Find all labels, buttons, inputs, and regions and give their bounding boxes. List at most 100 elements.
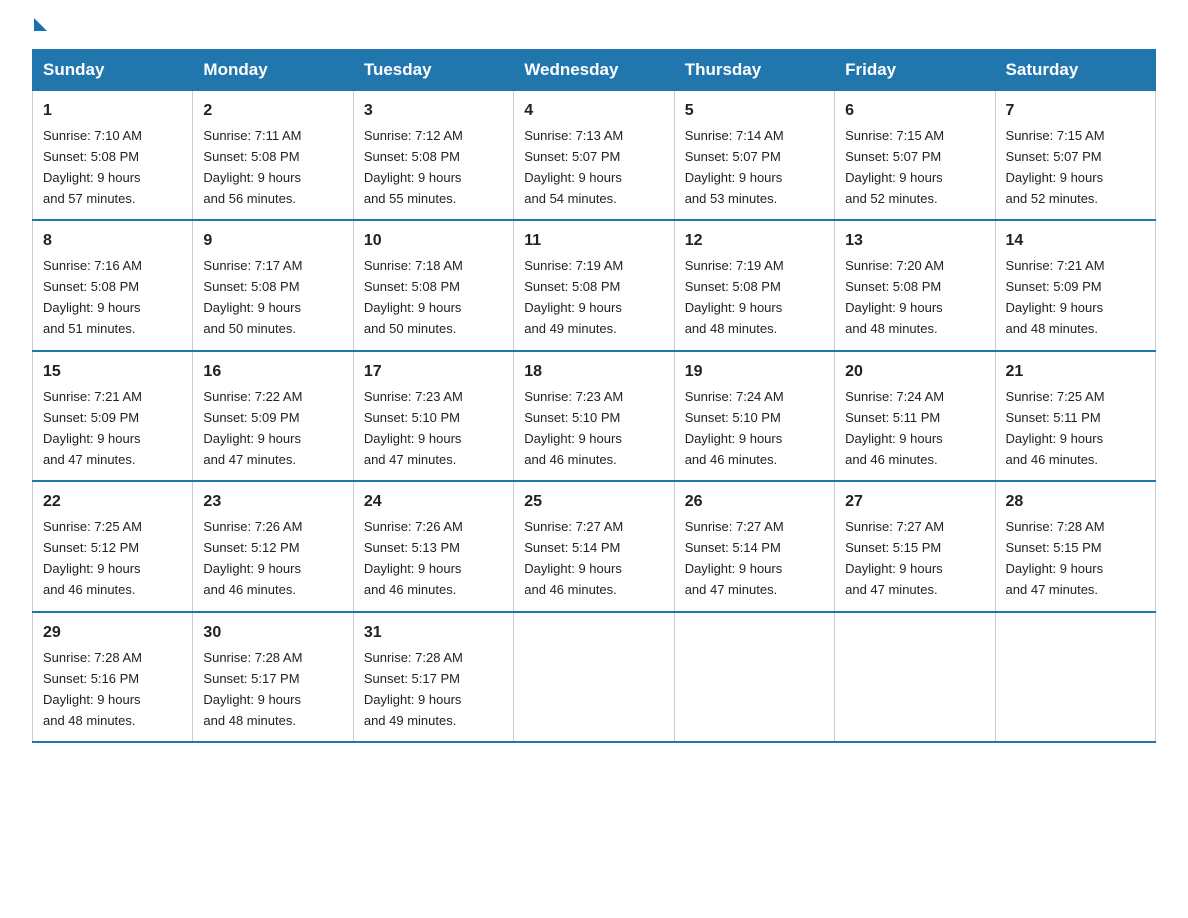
calendar-cell: 13 Sunrise: 7:20 AMSunset: 5:08 PMDaylig…: [835, 220, 995, 350]
day-number: 9: [203, 229, 342, 254]
calendar-header-saturday: Saturday: [995, 50, 1155, 91]
calendar-cell: 22 Sunrise: 7:25 AMSunset: 5:12 PMDaylig…: [33, 481, 193, 611]
day-number: 2: [203, 99, 342, 124]
day-number: 30: [203, 621, 342, 646]
calendar-cell: 29 Sunrise: 7:28 AMSunset: 5:16 PMDaylig…: [33, 612, 193, 742]
day-number: 6: [845, 99, 984, 124]
day-info: Sunrise: 7:24 AMSunset: 5:10 PMDaylight:…: [685, 389, 784, 467]
calendar-cell: 23 Sunrise: 7:26 AMSunset: 5:12 PMDaylig…: [193, 481, 353, 611]
calendar-cell: 8 Sunrise: 7:16 AMSunset: 5:08 PMDayligh…: [33, 220, 193, 350]
calendar-header-row: SundayMondayTuesdayWednesdayThursdayFrid…: [33, 50, 1156, 91]
calendar-cell: 17 Sunrise: 7:23 AMSunset: 5:10 PMDaylig…: [353, 351, 513, 481]
calendar-cell: 11 Sunrise: 7:19 AMSunset: 5:08 PMDaylig…: [514, 220, 674, 350]
day-info: Sunrise: 7:28 AMSunset: 5:17 PMDaylight:…: [364, 650, 463, 728]
calendar-week-row: 1 Sunrise: 7:10 AMSunset: 5:08 PMDayligh…: [33, 91, 1156, 221]
calendar-cell: 16 Sunrise: 7:22 AMSunset: 5:09 PMDaylig…: [193, 351, 353, 481]
day-number: 31: [364, 621, 503, 646]
calendar-week-row: 8 Sunrise: 7:16 AMSunset: 5:08 PMDayligh…: [33, 220, 1156, 350]
calendar-cell: 27 Sunrise: 7:27 AMSunset: 5:15 PMDaylig…: [835, 481, 995, 611]
day-info: Sunrise: 7:23 AMSunset: 5:10 PMDaylight:…: [524, 389, 623, 467]
calendar-cell: 30 Sunrise: 7:28 AMSunset: 5:17 PMDaylig…: [193, 612, 353, 742]
calendar-cell: 15 Sunrise: 7:21 AMSunset: 5:09 PMDaylig…: [33, 351, 193, 481]
day-info: Sunrise: 7:14 AMSunset: 5:07 PMDaylight:…: [685, 128, 784, 206]
day-info: Sunrise: 7:27 AMSunset: 5:14 PMDaylight:…: [524, 519, 623, 597]
day-number: 26: [685, 490, 824, 515]
day-info: Sunrise: 7:15 AMSunset: 5:07 PMDaylight:…: [1006, 128, 1105, 206]
calendar-header-friday: Friday: [835, 50, 995, 91]
calendar-header-tuesday: Tuesday: [353, 50, 513, 91]
calendar-cell: 7 Sunrise: 7:15 AMSunset: 5:07 PMDayligh…: [995, 91, 1155, 221]
day-number: 4: [524, 99, 663, 124]
calendar-cell: [995, 612, 1155, 742]
calendar-header-wednesday: Wednesday: [514, 50, 674, 91]
day-number: 12: [685, 229, 824, 254]
day-number: 19: [685, 360, 824, 385]
day-number: 28: [1006, 490, 1145, 515]
day-number: 22: [43, 490, 182, 515]
day-number: 15: [43, 360, 182, 385]
day-number: 1: [43, 99, 182, 124]
day-info: Sunrise: 7:13 AMSunset: 5:07 PMDaylight:…: [524, 128, 623, 206]
calendar-cell: [514, 612, 674, 742]
calendar-cell: 4 Sunrise: 7:13 AMSunset: 5:07 PMDayligh…: [514, 91, 674, 221]
calendar-cell: 3 Sunrise: 7:12 AMSunset: 5:08 PMDayligh…: [353, 91, 513, 221]
day-number: 7: [1006, 99, 1145, 124]
day-number: 29: [43, 621, 182, 646]
calendar-cell: [674, 612, 834, 742]
day-number: 16: [203, 360, 342, 385]
calendar-cell: 9 Sunrise: 7:17 AMSunset: 5:08 PMDayligh…: [193, 220, 353, 350]
day-info: Sunrise: 7:28 AMSunset: 5:17 PMDaylight:…: [203, 650, 302, 728]
day-number: 27: [845, 490, 984, 515]
day-info: Sunrise: 7:21 AMSunset: 5:09 PMDaylight:…: [1006, 258, 1105, 336]
calendar-cell: 10 Sunrise: 7:18 AMSunset: 5:08 PMDaylig…: [353, 220, 513, 350]
day-number: 10: [364, 229, 503, 254]
day-number: 5: [685, 99, 824, 124]
day-info: Sunrise: 7:19 AMSunset: 5:08 PMDaylight:…: [685, 258, 784, 336]
calendar-header-monday: Monday: [193, 50, 353, 91]
day-info: Sunrise: 7:23 AMSunset: 5:10 PMDaylight:…: [364, 389, 463, 467]
calendar-cell: 18 Sunrise: 7:23 AMSunset: 5:10 PMDaylig…: [514, 351, 674, 481]
day-info: Sunrise: 7:17 AMSunset: 5:08 PMDaylight:…: [203, 258, 302, 336]
day-info: Sunrise: 7:11 AMSunset: 5:08 PMDaylight:…: [203, 128, 301, 206]
day-number: 8: [43, 229, 182, 254]
calendar-table: SundayMondayTuesdayWednesdayThursdayFrid…: [32, 49, 1156, 743]
calendar-cell: 6 Sunrise: 7:15 AMSunset: 5:07 PMDayligh…: [835, 91, 995, 221]
day-number: 18: [524, 360, 663, 385]
calendar-cell: 1 Sunrise: 7:10 AMSunset: 5:08 PMDayligh…: [33, 91, 193, 221]
day-info: Sunrise: 7:16 AMSunset: 5:08 PMDaylight:…: [43, 258, 142, 336]
day-info: Sunrise: 7:25 AMSunset: 5:12 PMDaylight:…: [43, 519, 142, 597]
page-header: [32, 24, 1156, 31]
calendar-cell: 12 Sunrise: 7:19 AMSunset: 5:08 PMDaylig…: [674, 220, 834, 350]
day-info: Sunrise: 7:20 AMSunset: 5:08 PMDaylight:…: [845, 258, 944, 336]
day-info: Sunrise: 7:26 AMSunset: 5:12 PMDaylight:…: [203, 519, 302, 597]
calendar-cell: 5 Sunrise: 7:14 AMSunset: 5:07 PMDayligh…: [674, 91, 834, 221]
day-number: 24: [364, 490, 503, 515]
day-info: Sunrise: 7:15 AMSunset: 5:07 PMDaylight:…: [845, 128, 944, 206]
calendar-header-sunday: Sunday: [33, 50, 193, 91]
calendar-cell: 14 Sunrise: 7:21 AMSunset: 5:09 PMDaylig…: [995, 220, 1155, 350]
calendar-cell: 25 Sunrise: 7:27 AMSunset: 5:14 PMDaylig…: [514, 481, 674, 611]
calendar-cell: 20 Sunrise: 7:24 AMSunset: 5:11 PMDaylig…: [835, 351, 995, 481]
day-info: Sunrise: 7:28 AMSunset: 5:16 PMDaylight:…: [43, 650, 142, 728]
day-number: 23: [203, 490, 342, 515]
day-number: 25: [524, 490, 663, 515]
day-info: Sunrise: 7:25 AMSunset: 5:11 PMDaylight:…: [1006, 389, 1105, 467]
day-number: 3: [364, 99, 503, 124]
day-info: Sunrise: 7:21 AMSunset: 5:09 PMDaylight:…: [43, 389, 142, 467]
day-info: Sunrise: 7:22 AMSunset: 5:09 PMDaylight:…: [203, 389, 302, 467]
day-info: Sunrise: 7:24 AMSunset: 5:11 PMDaylight:…: [845, 389, 944, 467]
day-info: Sunrise: 7:18 AMSunset: 5:08 PMDaylight:…: [364, 258, 463, 336]
calendar-header-thursday: Thursday: [674, 50, 834, 91]
day-number: 20: [845, 360, 984, 385]
calendar-week-row: 29 Sunrise: 7:28 AMSunset: 5:16 PMDaylig…: [33, 612, 1156, 742]
calendar-cell: 2 Sunrise: 7:11 AMSunset: 5:08 PMDayligh…: [193, 91, 353, 221]
calendar-week-row: 22 Sunrise: 7:25 AMSunset: 5:12 PMDaylig…: [33, 481, 1156, 611]
day-number: 21: [1006, 360, 1145, 385]
day-info: Sunrise: 7:27 AMSunset: 5:14 PMDaylight:…: [685, 519, 784, 597]
day-number: 17: [364, 360, 503, 385]
calendar-cell: 21 Sunrise: 7:25 AMSunset: 5:11 PMDaylig…: [995, 351, 1155, 481]
day-number: 11: [524, 229, 663, 254]
calendar-cell: 26 Sunrise: 7:27 AMSunset: 5:14 PMDaylig…: [674, 481, 834, 611]
calendar-cell: [835, 612, 995, 742]
day-info: Sunrise: 7:12 AMSunset: 5:08 PMDaylight:…: [364, 128, 463, 206]
